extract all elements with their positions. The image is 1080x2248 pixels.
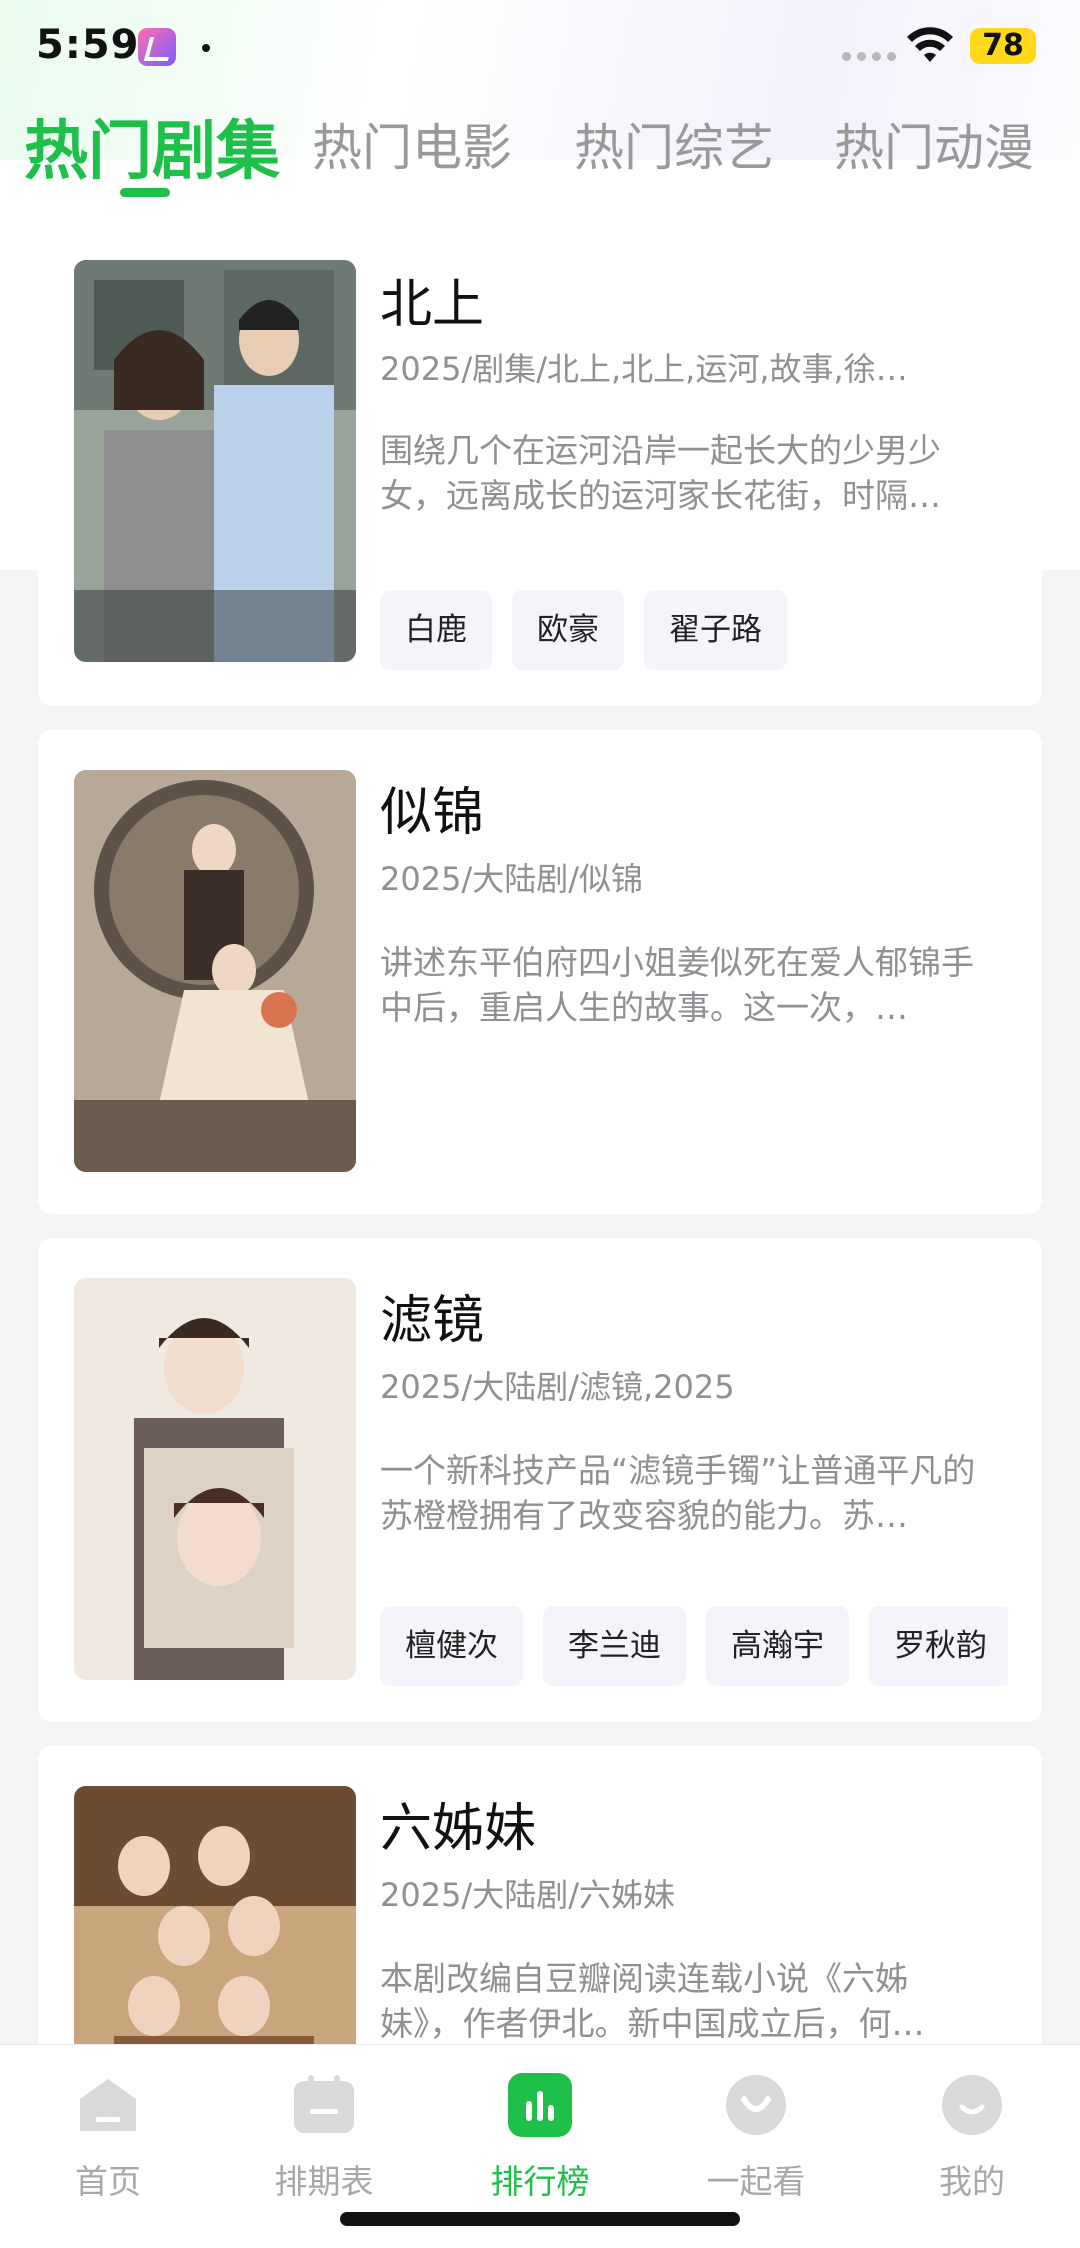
item-description: 本剧改编自豆瓣阅读连载小说《六姊妹》，作者伊北。新中国成立后，何… (380, 1959, 925, 2043)
item-meta: 2025/大陆剧/似锦 (380, 860, 644, 898)
cast-tag[interactable]: 罗秋韵 (869, 1606, 1008, 1686)
item-title[interactable]: 似锦 (380, 770, 484, 845)
item-meta: 2025/大陆剧/六姊妹 (380, 1876, 676, 1914)
poster-image[interactable] (74, 770, 356, 1172)
nav-profile[interactable]: 我的 (892, 2073, 1052, 2203)
tab-hot-variety[interactable]: 热门综艺 (574, 108, 774, 180)
app-notification-icon (138, 28, 176, 66)
nav-watch-together-label: 一起看 (706, 2162, 806, 2201)
wifi-icon (907, 27, 953, 62)
cast-tags: 白鹿 欧豪 翟子路 (380, 590, 1008, 672)
list-item[interactable]: 似锦 2025/大陆剧/似锦 讲述东平伯府四小姐姜似死在爱人郁锦手中后，重启人生… (38, 730, 1042, 1214)
nav-profile-label: 我的 (939, 2162, 1005, 2201)
item-description: 一个新科技产品“滤镜手镯”让普通平凡的苏橙橙拥有了改变容貌的能力。苏… (380, 1451, 976, 1535)
notification-dot-icon (202, 44, 210, 52)
item-meta: 2025/大陆剧/滤镜,2025 (380, 1368, 735, 1406)
nav-ranking-label: 排行榜 (490, 2162, 590, 2201)
cast-tag[interactable]: 李兰迪 (543, 1606, 686, 1686)
active-tab-indicator (120, 188, 170, 197)
ranking-icon (508, 2073, 572, 2137)
poster-image[interactable] (74, 1278, 356, 1680)
tab-hot-movies[interactable]: 热门电影 (312, 108, 512, 180)
item-description: 讲述东平伯府四小姐姜似死在爱人郁锦手中后，重启人生的故事。这一次，… (380, 943, 974, 1027)
home-icon (76, 2073, 140, 2137)
list-item[interactable]: 北上 2025/剧集/北上,北上,运河,故事,徐… 围绕几个在运河沿岸一起长大的… (38, 232, 1042, 706)
status-time: 5:59 (36, 22, 140, 68)
watch-together-icon (724, 2073, 788, 2137)
category-tabs: 热门剧集 热门电影 热门综艺 热门动漫 (0, 108, 1080, 198)
poster-image[interactable] (74, 260, 356, 662)
nav-schedule-label: 排期表 (274, 2162, 374, 2201)
nav-watch-together[interactable]: 一起看 (676, 2073, 836, 2203)
cast-tag[interactable]: 檀健次 (380, 1606, 523, 1686)
cast-tag[interactable]: 白鹿 (380, 590, 492, 670)
calendar-icon (292, 2073, 356, 2137)
item-title[interactable]: 滤镜 (380, 1278, 484, 1353)
item-title[interactable]: 六姊妹 (380, 1786, 536, 1861)
cast-tags: 檀健次 李兰迪 高瀚宇 罗秋韵 (380, 1606, 1008, 1688)
tab-hot-anime[interactable]: 热门动漫 (834, 108, 1034, 180)
cast-tag[interactable]: 欧豪 (512, 590, 624, 670)
list-item[interactable]: 滤镜 2025/大陆剧/滤镜,2025 一个新科技产品“滤镜手镯”让普通平凡的苏… (38, 1238, 1042, 1722)
status-bar: 5:59 78 (0, 0, 1080, 96)
item-description: 围绕几个在运河沿岸一起长大的少男少女，远离成长的运河家长花街，时隔… (380, 431, 941, 515)
battery-indicator: 78 (970, 28, 1036, 64)
nav-schedule[interactable]: 排期表 (244, 2073, 404, 2203)
nav-ranking[interactable]: 排行榜 (460, 2073, 620, 2203)
cast-tag[interactable]: 高瀚宇 (706, 1606, 849, 1686)
nav-home-label: 首页 (75, 2162, 141, 2201)
profile-icon (940, 2073, 1004, 2137)
item-meta: 2025/剧集/北上,北上,运河,故事,徐… (380, 350, 908, 388)
item-title[interactable]: 北上 (380, 262, 484, 337)
nav-home[interactable]: 首页 (28, 2073, 188, 2203)
cellular-signal-icon (842, 52, 896, 61)
home-indicator[interactable] (340, 2212, 740, 2226)
tab-hot-series[interactable]: 热门剧集 (24, 100, 280, 192)
cast-tag[interactable]: 翟子路 (644, 590, 787, 670)
